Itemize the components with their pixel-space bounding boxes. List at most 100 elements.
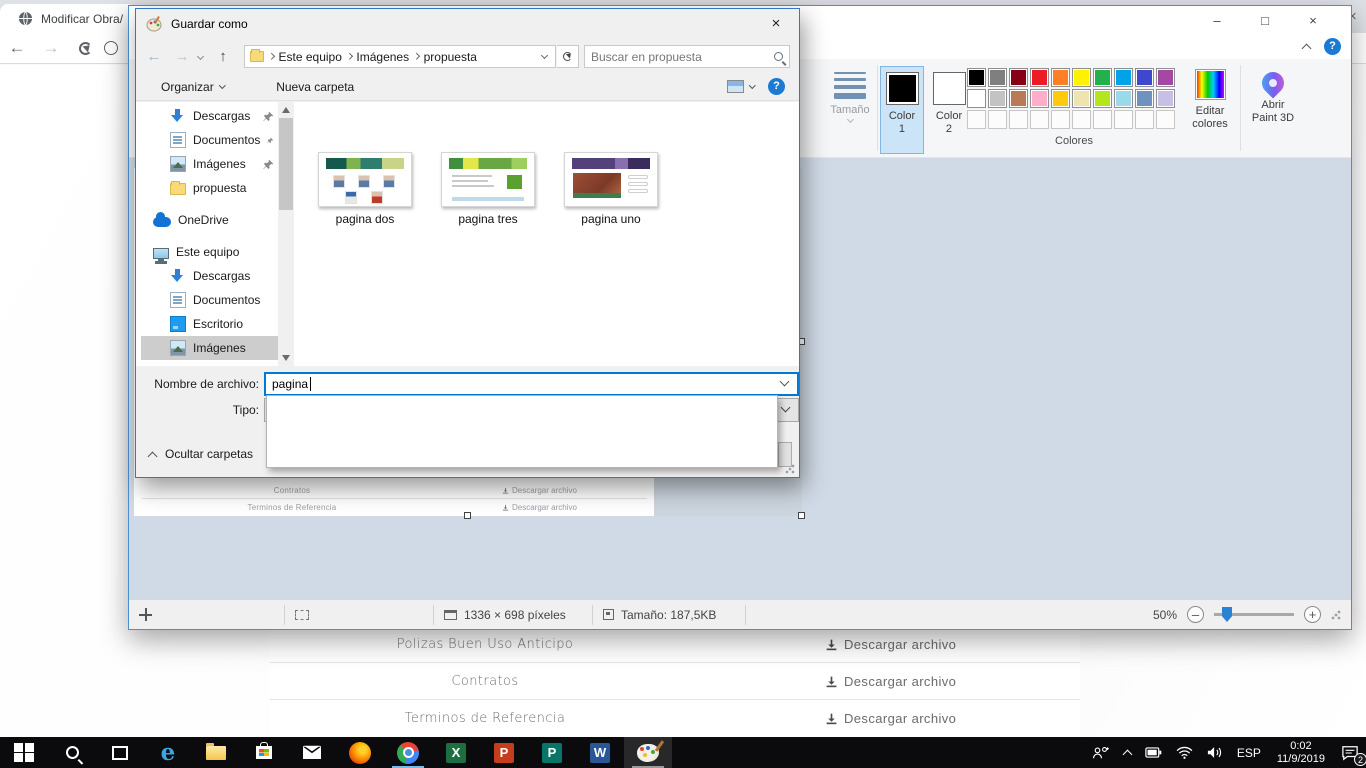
palette-swatch[interactable] — [1009, 89, 1028, 108]
canvas-resize-handle-bottom[interactable] — [464, 512, 471, 519]
palette-swatch[interactable] — [988, 89, 1007, 108]
open-paint3d-button[interactable]: AbrirPaint 3D — [1246, 69, 1300, 125]
new-folder-button[interactable]: Nueva carpeta — [276, 80, 354, 94]
palette-swatch[interactable] — [967, 68, 986, 87]
clock[interactable]: 0:02 11/9/2019 — [1268, 740, 1334, 766]
maximize-button[interactable]: □ — [1241, 6, 1289, 36]
file-item-pagina-tres[interactable]: pagina tres — [433, 152, 543, 226]
palette-swatch[interactable] — [1072, 89, 1091, 108]
palette-swatch[interactable] — [1030, 68, 1049, 87]
palette-swatch[interactable] — [1051, 68, 1070, 87]
file-item-pagina-dos[interactable]: pagina dos — [310, 152, 420, 226]
tray-expand-button[interactable] — [1117, 737, 1138, 768]
size-button[interactable]: Tamaño — [827, 69, 873, 125]
palette-swatch-empty[interactable] — [1030, 110, 1049, 129]
address-dropdown-icon[interactable] — [541, 51, 548, 58]
taskbar-word[interactable]: W — [576, 737, 624, 768]
zoom-slider[interactable] — [1214, 613, 1294, 616]
palette-swatch-empty[interactable] — [1156, 110, 1175, 129]
canvas-resize-handle-corner[interactable] — [798, 512, 805, 519]
site-info-icon[interactable] — [104, 41, 118, 55]
taskbar-powerpoint[interactable]: P — [480, 737, 528, 768]
scroll-up-icon[interactable] — [282, 107, 290, 113]
nav-up-icon[interactable]: ↑ — [209, 48, 237, 65]
address-bar[interactable]: Este equipo Imágenes propuesta — [244, 45, 556, 68]
collapse-ribbon-icon[interactable] — [1302, 44, 1312, 54]
hide-folders-button[interactable]: Ocultar carpetas — [149, 447, 253, 461]
taskbar-chrome[interactable] — [384, 737, 432, 768]
file-item-pagina-uno[interactable]: pagina uno — [556, 152, 666, 226]
palette-swatch[interactable] — [1009, 68, 1028, 87]
sidebar-item-documentos-quick[interactable]: Documentos — [141, 128, 278, 152]
sidebar-item-imagenes[interactable]: Imágenes — [141, 336, 278, 360]
palette-swatch-empty[interactable] — [1135, 110, 1154, 129]
browser-back-icon[interactable]: ← — [0, 38, 34, 58]
palette-swatch[interactable] — [1135, 89, 1154, 108]
minimize-button[interactable]: – — [1193, 6, 1241, 36]
sidebar-item-documentos[interactable]: Documentos — [141, 288, 278, 312]
palette-swatch[interactable] — [1030, 89, 1049, 108]
taskbar-publisher[interactable]: P — [528, 737, 576, 768]
sidebar-scrollbar[interactable] — [278, 102, 294, 366]
sidebar-item-escritorio[interactable]: Escritorio — [141, 312, 278, 336]
download-link[interactable]: Descargar archivo — [825, 637, 956, 652]
sidebar-item-este-equipo[interactable]: Este equipo — [141, 240, 278, 264]
sidebar-item-onedrive[interactable]: OneDrive — [141, 208, 278, 232]
action-center-button[interactable]: 2 — [1334, 737, 1366, 768]
palette-swatch-empty[interactable] — [1114, 110, 1133, 129]
nav-forward-icon[interactable]: → — [168, 48, 196, 65]
battery-indicator[interactable] — [1138, 737, 1169, 768]
palette-swatch-empty[interactable] — [1093, 110, 1112, 129]
zoom-slider-thumb[interactable] — [1222, 607, 1232, 622]
palette-swatch[interactable] — [1156, 89, 1175, 108]
download-link[interactable]: Descargar archivo — [825, 674, 956, 689]
organize-button[interactable]: Organizar — [161, 80, 224, 94]
taskbar-store[interactable] — [240, 737, 288, 768]
volume-indicator[interactable] — [1200, 737, 1230, 768]
palette-swatch[interactable] — [1072, 68, 1091, 87]
scroll-down-icon[interactable] — [282, 355, 290, 361]
breadcrumb-parent[interactable]: Imágenes — [356, 50, 409, 64]
filename-dropdown-icon[interactable] — [780, 376, 790, 386]
dialog-resize-grip[interactable] — [785, 464, 795, 474]
filetype-dropdown-icon[interactable] — [781, 402, 791, 412]
download-link[interactable]: Descargar archivo — [825, 711, 956, 726]
nav-back-icon[interactable]: ← — [140, 48, 168, 65]
zoom-in-button[interactable]: + — [1304, 606, 1321, 623]
taskbar-paint[interactable] — [624, 737, 672, 768]
palette-swatch-empty[interactable] — [1051, 110, 1070, 129]
taskbar-firefox[interactable] — [336, 737, 384, 768]
sidebar-item-imagenes-quick[interactable]: Imágenes — [141, 152, 278, 176]
palette-swatch-empty[interactable] — [967, 110, 986, 129]
taskbar-search-button[interactable] — [48, 737, 96, 768]
palette-swatch[interactable] — [988, 68, 1007, 87]
browser-forward-icon[interactable]: → — [34, 38, 68, 58]
filename-autocomplete-dropdown[interactable] — [266, 395, 778, 468]
close-button[interactable]: × — [1289, 6, 1337, 36]
breadcrumb-current[interactable]: propuesta — [424, 50, 477, 64]
palette-swatch-empty[interactable] — [1072, 110, 1091, 129]
change-view-button[interactable] — [727, 80, 755, 93]
refresh-button[interactable] — [557, 45, 579, 68]
browser-refresh-icon[interactable] — [79, 42, 92, 55]
palette-swatch[interactable] — [1051, 89, 1070, 108]
sidebar-item-descargas-quick[interactable]: Descargas — [141, 104, 278, 128]
palette-swatch[interactable] — [1093, 89, 1112, 108]
search-input[interactable]: Buscar en propuesta — [584, 45, 790, 68]
wifi-indicator[interactable] — [1169, 737, 1200, 768]
window-resize-grip[interactable] — [1331, 610, 1341, 620]
palette-swatch[interactable] — [1093, 68, 1112, 87]
palette-swatch[interactable] — [1114, 68, 1133, 87]
palette-swatch-empty[interactable] — [1009, 110, 1028, 129]
palette-swatch-empty[interactable] — [988, 110, 1007, 129]
dialog-help-icon[interactable]: ? — [768, 78, 785, 95]
filename-input[interactable]: pagina — [264, 372, 799, 396]
chrome-tab[interactable]: Modificar Obra/ — [0, 4, 136, 33]
taskbar-file-explorer[interactable] — [192, 737, 240, 768]
color1-button[interactable]: Color1 — [880, 66, 924, 154]
start-button[interactable] — [0, 737, 48, 768]
sidebar-item-descargas[interactable]: Descargas — [141, 264, 278, 288]
sidebar-item-propuesta[interactable]: propuesta — [141, 176, 278, 200]
palette-swatch[interactable] — [967, 89, 986, 108]
palette-swatch[interactable] — [1114, 89, 1133, 108]
